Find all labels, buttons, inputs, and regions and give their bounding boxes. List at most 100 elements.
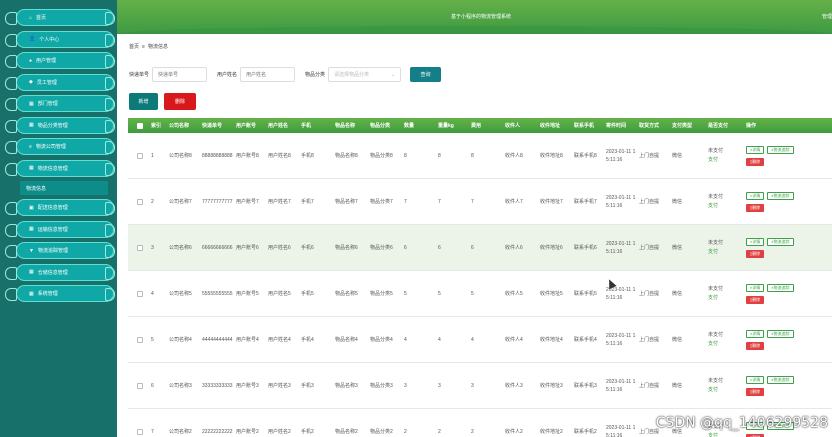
row-checkbox[interactable] xyxy=(136,152,143,159)
sidebar-item-label: 部门管理 xyxy=(37,101,58,107)
row-checkbox[interactable] xyxy=(136,198,143,205)
table-row[interactable]: 3 公司名称6 66666666666 用户账号6 用户姓名6 手机6 物品名称6 物品分类6… xyxy=(128,225,832,271)
cell-goods: 物品名称5 xyxy=(335,290,358,297)
sidebar-item-items_after-3[interactable]: ▦ 仓储信息管理 xyxy=(5,263,115,281)
cell-phone: 手机2 xyxy=(301,428,314,435)
column-header[interactable]: 用户账号 xyxy=(233,122,265,130)
sidebar-item-items-1[interactable]: 👤 个人中心 xyxy=(5,30,115,48)
row-delete-button[interactable]: ▯ 删除 xyxy=(746,295,764,304)
column-header[interactable]: 联系手机 xyxy=(571,122,603,130)
column-header[interactable]: 操作 xyxy=(743,122,783,130)
detail-button[interactable]: ⌕ 详情 xyxy=(746,145,765,154)
table-row[interactable]: 2 公司名称7 77777777777 用户账号7 用户姓名7 手机7 物品名称7 物品分类7… xyxy=(128,179,832,225)
pay-link[interactable]: 支付 xyxy=(708,340,743,349)
breadcrumb-home[interactable]: 首页 xyxy=(129,44,139,50)
sidebar-item-items-0[interactable]: ⌂ 首页 xyxy=(5,9,115,26)
sidebar-item-items-6[interactable]: ≡ 物流公司管理 xyxy=(5,138,115,155)
row-checkbox[interactable] xyxy=(136,336,143,343)
detail-button[interactable]: ⌕ 详情 xyxy=(746,283,765,292)
pay-link[interactable]: 支付 xyxy=(708,248,743,257)
tracking-input[interactable] xyxy=(152,67,208,82)
column-header[interactable]: 收件人 xyxy=(502,122,537,130)
pay-link[interactable]: 支付 xyxy=(708,202,743,211)
row-checkbox[interactable] xyxy=(136,290,143,297)
detail-button[interactable]: ⌕ 详情 xyxy=(746,191,765,200)
username-input[interactable] xyxy=(240,67,296,82)
column-header[interactable]: 重量kg xyxy=(435,122,468,130)
column-header[interactable]: 是否支付 xyxy=(705,122,743,130)
detail-button[interactable]: ⌕ 详情 xyxy=(746,329,765,338)
cell-tracking: 66666666666 xyxy=(202,244,233,251)
column-header[interactable]: 快递单号 xyxy=(199,122,233,130)
cell-contact: 联系手机6 xyxy=(574,244,597,251)
sidebar-item-label: 仓储信息管理 xyxy=(37,269,68,276)
table-row[interactable]: 1 公司名称8 88888888888 用户账号8 用户姓名8 手机8 物品名称8 物品分类8… xyxy=(128,133,832,179)
cell-tracking: 77777777777 xyxy=(202,198,233,205)
column-header[interactable]: 手机 xyxy=(298,122,332,130)
sidebar-item-items-7[interactable]: ▦ 物流信息管理 xyxy=(5,159,115,177)
table-row[interactable]: 5 公司名称4 44444444444 用户账号4 用户姓名4 手机4 物品名称4 物品分类4… xyxy=(128,317,832,363)
row-checkbox[interactable] xyxy=(136,244,143,251)
column-header[interactable]: 取货方式 xyxy=(636,122,669,130)
delete-label: 删除 xyxy=(752,434,761,437)
sidebar-item-items_after-4[interactable]: ▦ 系统管理 xyxy=(5,285,115,302)
row-checkbox[interactable] xyxy=(136,428,143,435)
ops-group: ⌕ 详情 ⌕ 物流追踪 ▯ 删除 xyxy=(746,237,794,258)
select-all-checkbox[interactable] xyxy=(136,122,143,129)
header-user-menu[interactable]: 管理 xyxy=(822,13,832,20)
sidebar-item-items-4[interactable]: ▦ 部门管理 xyxy=(5,95,115,112)
add-button[interactable]: 新增 xyxy=(129,93,158,110)
cell-company: 公司名称3 xyxy=(169,382,192,389)
pay-link[interactable]: 支付 xyxy=(708,294,743,303)
sidebar-item-items_after-2[interactable]: ▼ 物流追踪管理 xyxy=(5,242,115,259)
row-delete-button[interactable]: ▯ 删除 xyxy=(746,387,764,396)
track-button[interactable]: ⌕ 物流追踪 xyxy=(767,329,794,338)
pay-link[interactable]: 支付 xyxy=(708,432,743,437)
row-checkbox[interactable] xyxy=(136,382,143,389)
column-header[interactable]: 收件地址 xyxy=(537,122,571,130)
sidebar-item-items_after-0[interactable]: ▣ 配送信息管理 xyxy=(5,199,115,216)
row-delete-button[interactable]: ▯ 删除 xyxy=(746,341,764,350)
detail-button[interactable]: ⌕ 详情 xyxy=(746,237,765,246)
row-delete-button[interactable]: ▯ 删除 xyxy=(746,157,764,166)
detail-button[interactable]: ⌕ 详情 xyxy=(746,375,765,384)
row-delete-button[interactable]: ▯ 删除 xyxy=(746,203,764,212)
sidebar-item-items_after-1[interactable]: ▦ 运输信息管理 xyxy=(5,220,115,238)
sidebar-subitem-active[interactable]: 物流信息 xyxy=(20,181,108,195)
column-header[interactable]: 索引 xyxy=(148,122,166,130)
cell-qty: 3 xyxy=(404,382,407,389)
pay-link[interactable]: 支付 xyxy=(708,156,743,165)
column-header[interactable]: 物品分类 xyxy=(367,122,401,130)
track-button[interactable]: ⌕ 物流追踪 xyxy=(767,237,794,246)
column-header[interactable]: 支付类型 xyxy=(669,122,705,130)
column-header[interactable]: 公司名称 xyxy=(166,122,199,130)
sidebar-item-items-3[interactable]: ◆ 员工管理 xyxy=(5,73,115,91)
cell-contact: 联系手机2 xyxy=(574,428,597,435)
table-row[interactable]: 4 公司名称5 55555555555 用户账号5 用户姓名5 手机5 物品名称5 物品分类5… xyxy=(128,271,832,317)
cell-time: 2023-01-11 15:11:16 xyxy=(606,148,636,163)
column-header[interactable]: 数量 xyxy=(401,122,435,130)
track-label: 物流追踪 xyxy=(773,330,790,336)
track-button[interactable]: ⌕ 物流追踪 xyxy=(767,283,794,292)
sidebar-item-items-5[interactable]: ▦ 物品分类管理 xyxy=(5,116,115,134)
cell-ops: ⌕ 详情 ⌕ 物流追踪 ▯ 删除 xyxy=(743,283,794,304)
batch-delete-button[interactable]: 删除 xyxy=(164,93,196,110)
cell-qty: 8 xyxy=(404,152,407,159)
column-header[interactable]: 物品名称 xyxy=(332,122,367,130)
column-header[interactable]: 寄件时间 xyxy=(603,122,636,130)
query-button[interactable]: 查询 xyxy=(410,67,442,82)
category-select[interactable]: 请选择物品分类 ⌄ xyxy=(328,67,402,82)
row-delete-button[interactable]: ▯ 删除 xyxy=(746,433,764,437)
cell-username: 用户姓名7 xyxy=(268,198,291,205)
column-header[interactable]: 用户姓名 xyxy=(265,122,298,130)
table-row[interactable]: 6 公司名称3 33333333333 用户账号3 用户姓名3 手机3 物品名称3 物品分类3… xyxy=(128,363,832,409)
pay-link[interactable]: 支付 xyxy=(708,386,743,395)
track-button[interactable]: ⌕ 物流追踪 xyxy=(767,375,794,384)
column-header[interactable]: 费用 xyxy=(468,122,502,130)
cell-weight: 5 xyxy=(438,290,441,297)
sidebar-item-items-2[interactable]: ● 用户管理 xyxy=(5,52,115,69)
cell-company: 公司名称2 xyxy=(169,428,192,435)
row-delete-button[interactable]: ▯ 删除 xyxy=(746,249,764,258)
track-button[interactable]: ⌕ 物流追踪 xyxy=(767,145,794,154)
track-button[interactable]: ⌕ 物流追踪 xyxy=(767,191,794,200)
